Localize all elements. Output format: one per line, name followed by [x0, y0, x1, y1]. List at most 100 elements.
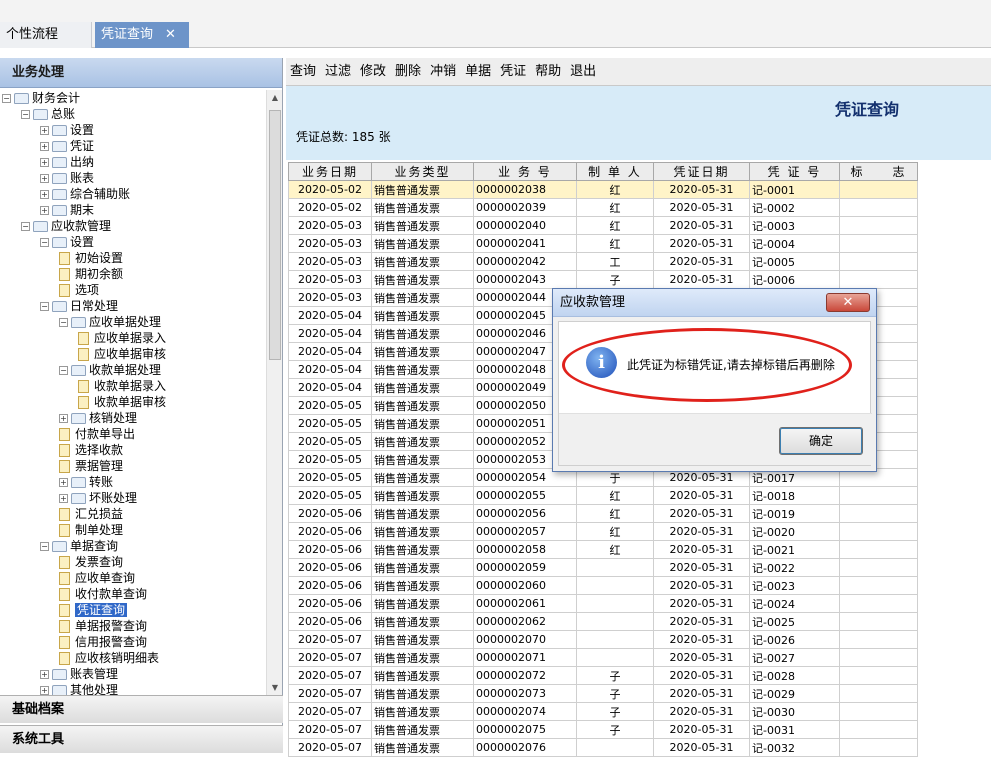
- table-row[interactable]: 2020-05-05 销售普通发票 0000002055 红 2020-05-31 记-0…: [288, 486, 918, 505]
- table-row[interactable]: 2020-05-03 销售普通发票 0000002042 工 2020-05-31 记-0…: [288, 252, 918, 271]
- table-row[interactable]: 2020-05-02 销售普通发票 0000002039 红 2020-05-31 记-0…: [288, 198, 918, 217]
- tree-item[interactable]: 初始设置: [59, 250, 123, 266]
- tree-item[interactable]: − 财务会计: [2, 90, 80, 106]
- collapse-icon[interactable]: −: [40, 542, 49, 551]
- tree-item[interactable]: − 日常处理: [40, 298, 118, 314]
- expand-icon[interactable]: +: [40, 126, 49, 135]
- table-row[interactable]: 2020-05-06 销售普通发票 0000002056 红 2020-05-31 记-0…: [288, 504, 918, 523]
- tree-item[interactable]: 汇兑损益: [59, 506, 123, 522]
- toolbar-button[interactable]: 修改: [360, 58, 386, 86]
- tree-item[interactable]: 票据管理: [59, 458, 123, 474]
- tree-item[interactable]: 单据报警查询: [59, 618, 147, 634]
- tree-item[interactable]: 信用报警查询: [59, 634, 147, 650]
- tree-item[interactable]: + 核销处理: [59, 410, 137, 426]
- nav-section-system-tools[interactable]: 系统工具: [0, 725, 283, 753]
- tree-item[interactable]: 应收核销明细表: [59, 650, 159, 666]
- column-header[interactable]: 制 单 人: [576, 162, 654, 181]
- scroll-down-icon[interactable]: ▼: [267, 680, 283, 696]
- table-row[interactable]: 2020-05-06 销售普通发票 0000002059 2020-05-31 记-00…: [288, 558, 918, 577]
- scroll-up-icon[interactable]: ▲: [267, 90, 283, 106]
- tree-item[interactable]: + 转账: [59, 474, 113, 490]
- tree-item[interactable]: + 综合辅助账: [40, 186, 130, 202]
- expand-icon[interactable]: +: [59, 478, 68, 487]
- collapse-icon[interactable]: −: [21, 222, 30, 231]
- column-header[interactable]: 凭证日期: [653, 162, 750, 181]
- column-header[interactable]: 业务日期: [288, 162, 372, 181]
- tree-item[interactable]: 收款单据审核: [78, 394, 166, 410]
- expand-icon[interactable]: +: [40, 686, 49, 695]
- tree-item[interactable]: 期初余额: [59, 266, 123, 282]
- table-row[interactable]: 2020-05-07 销售普通发票 0000002072 子 2020-05-31 记-0…: [288, 666, 918, 685]
- tree-item[interactable]: − 应收单据处理: [59, 314, 161, 330]
- tree-item[interactable]: + 凭证: [40, 138, 94, 154]
- collapse-icon[interactable]: −: [40, 302, 49, 311]
- table-row[interactable]: 2020-05-07 销售普通发票 0000002073 子 2020-05-31 记-0…: [288, 684, 918, 703]
- column-header[interactable]: 凭 证 号: [749, 162, 840, 181]
- collapse-icon[interactable]: −: [2, 94, 11, 103]
- tab-voucher-query[interactable]: 凭证查询 ✕: [95, 22, 189, 48]
- tab-custom-flow[interactable]: 个性流程: [0, 22, 92, 48]
- table-row[interactable]: 2020-05-07 销售普通发票 0000002071 2020-05-31 记-00…: [288, 648, 918, 667]
- collapse-icon[interactable]: −: [59, 366, 68, 375]
- column-header[interactable]: 标 志: [839, 162, 918, 181]
- nav-section-basic-archives[interactable]: 基础档案: [0, 695, 283, 723]
- expand-icon[interactable]: +: [40, 190, 49, 199]
- scrollbar-thumb[interactable]: [269, 110, 281, 360]
- expand-icon[interactable]: +: [59, 494, 68, 503]
- table-row[interactable]: 2020-05-02 销售普通发票 0000002038 红 2020-05-31 记-0…: [288, 180, 918, 199]
- tree-item[interactable]: 发票查询: [59, 554, 123, 570]
- tree-item[interactable]: 制单处理: [59, 522, 123, 538]
- column-header[interactable]: 业 务 号: [473, 162, 577, 181]
- column-header[interactable]: 业务类型: [371, 162, 474, 181]
- tree-item[interactable]: 收付款单查询: [59, 586, 147, 602]
- table-row[interactable]: 2020-05-06 销售普通发票 0000002060 2020-05-31 记-00…: [288, 576, 918, 595]
- table-row[interactable]: 2020-05-03 销售普通发票 0000002040 红 2020-05-31 记-0…: [288, 216, 918, 235]
- tree-item[interactable]: − 设置: [40, 234, 94, 250]
- table-row[interactable]: 2020-05-06 销售普通发票 0000002062 2020-05-31 记-00…: [288, 612, 918, 631]
- table-row[interactable]: 2020-05-06 销售普通发票 0000002058 红 2020-05-31 记-0…: [288, 540, 918, 559]
- collapse-icon[interactable]: −: [40, 238, 49, 247]
- tree-item[interactable]: − 总账: [21, 106, 75, 122]
- tree-item[interactable]: 应收单据录入: [78, 330, 166, 346]
- toolbar-button[interactable]: 单据: [465, 58, 491, 86]
- toolbar-button[interactable]: 查询: [290, 58, 316, 86]
- tree-item[interactable]: 应收单查询: [59, 570, 135, 586]
- table-row[interactable]: 2020-05-07 销售普通发票 0000002074 子 2020-05-31 记-0…: [288, 702, 918, 721]
- tree-item[interactable]: − 收款单据处理: [59, 362, 161, 378]
- toolbar-button[interactable]: 冲销: [430, 58, 456, 86]
- tree-item[interactable]: + 账表管理: [40, 666, 118, 682]
- dialog-close-button[interactable]: ✕: [826, 293, 870, 312]
- expand-icon[interactable]: +: [40, 206, 49, 215]
- tree-item[interactable]: + 其他处理: [40, 682, 118, 696]
- expand-icon[interactable]: +: [40, 174, 49, 183]
- tree-item[interactable]: − 应收款管理: [21, 218, 111, 234]
- toolbar-button[interactable]: 凭证: [500, 58, 526, 86]
- collapse-icon[interactable]: −: [59, 318, 68, 327]
- tree-item[interactable]: + 账表: [40, 170, 94, 186]
- toolbar-button[interactable]: 删除: [395, 58, 421, 86]
- tree-item[interactable]: 选择收款: [59, 442, 123, 458]
- toolbar-button[interactable]: 退出: [570, 58, 596, 86]
- table-row[interactable]: 2020-05-07 销售普通发票 0000002070 2020-05-31 记-00…: [288, 630, 918, 649]
- expand-icon[interactable]: +: [59, 414, 68, 423]
- toolbar-button[interactable]: 帮助: [535, 58, 561, 86]
- tree-item[interactable]: + 期末: [40, 202, 94, 218]
- tree-item[interactable]: 收款单据录入: [78, 378, 166, 394]
- table-row[interactable]: 2020-05-06 销售普通发票 0000002057 红 2020-05-31 记-0…: [288, 522, 918, 541]
- tree-item[interactable]: 凭证查询: [59, 602, 128, 618]
- ok-button[interactable]: 确定: [779, 427, 863, 455]
- tree-item[interactable]: + 坏账处理: [59, 490, 137, 506]
- tree-item[interactable]: 付款单导出: [59, 426, 135, 442]
- expand-icon[interactable]: +: [40, 670, 49, 679]
- tree-scrollbar[interactable]: ▲ ▼: [266, 90, 282, 696]
- toolbar-button[interactable]: 过滤: [325, 58, 351, 86]
- expand-icon[interactable]: +: [40, 158, 49, 167]
- expand-icon[interactable]: +: [40, 142, 49, 151]
- table-row[interactable]: 2020-05-07 销售普通发票 0000002075 子 2020-05-31 记-0…: [288, 720, 918, 739]
- tree-item[interactable]: + 设置: [40, 122, 94, 138]
- tree-item[interactable]: 应收单据审核: [78, 346, 166, 362]
- tree-item[interactable]: − 单据查询: [40, 538, 118, 554]
- tree-item[interactable]: 选项: [59, 282, 99, 298]
- table-row[interactable]: 2020-05-03 销售普通发票 0000002043 子 2020-05-31 记-0…: [288, 270, 918, 289]
- table-row[interactable]: 2020-05-06 销售普通发票 0000002061 2020-05-31 记-00…: [288, 594, 918, 613]
